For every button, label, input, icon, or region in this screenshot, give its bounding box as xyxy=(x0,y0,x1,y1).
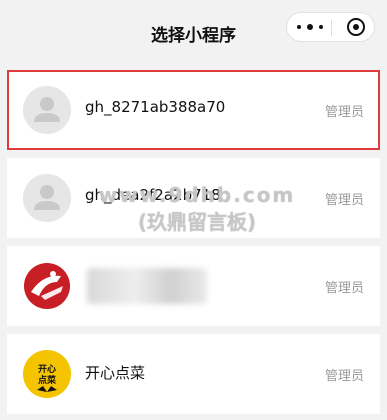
watermark-url: www.9dhb.com xyxy=(98,183,296,207)
person-icon xyxy=(23,174,71,222)
more-options-icon[interactable] xyxy=(297,19,323,35)
miniprogram-name: 开心点菜 xyxy=(85,364,146,382)
watermark: www.9dhb.com (玖鼎留言板) xyxy=(92,182,302,236)
list-item[interactable]: 管理员 xyxy=(7,246,380,326)
list-item-selected[interactable]: gh_8271ab388a70 管理员 xyxy=(7,70,380,150)
role-label: 管理员 xyxy=(324,193,364,208)
close-miniprogram-icon[interactable] xyxy=(347,18,365,36)
role-label: 管理员 xyxy=(324,369,364,384)
watermark-site: (玖鼎留言板) xyxy=(137,210,257,234)
navigation-bar: 选择小程序 xyxy=(0,0,387,64)
capsule-divider xyxy=(331,20,332,36)
red-logo-icon xyxy=(23,262,71,310)
kaixin-diancai-logo: 开心 点菜 xyxy=(23,350,71,398)
role-label: 管理员 xyxy=(324,281,364,296)
miniprogram-name: gh_8271ab388a70 xyxy=(85,98,226,116)
list-item[interactable]: 开心 点菜 开心点菜 管理员 xyxy=(7,334,380,414)
person-icon xyxy=(23,86,71,134)
blurred-name xyxy=(87,268,207,304)
role-label: 管理员 xyxy=(324,105,364,120)
capsule-menu xyxy=(286,12,375,42)
logo-text-line2: 点菜 xyxy=(38,374,57,386)
logo-text-line1: 开心 xyxy=(38,364,56,375)
